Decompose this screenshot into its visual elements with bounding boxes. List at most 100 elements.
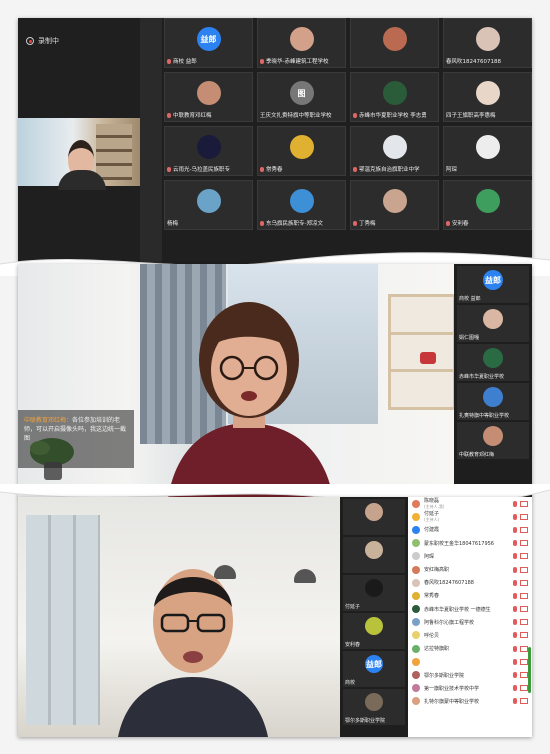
- participant-tile[interactable]: 东乌旗民族职专-郑凉文: [257, 180, 346, 230]
- speaker-video[interactable]: [18, 497, 340, 737]
- participant-list-item[interactable]: 安红梅高职: [408, 563, 532, 576]
- mic-muted-icon[interactable]: [513, 513, 517, 520]
- camera-icon[interactable]: [520, 526, 528, 533]
- participant-tile[interactable]: 扎赉特旗中等职业学校: [457, 383, 529, 420]
- mic-muted-icon[interactable]: [513, 645, 517, 652]
- participant-name-tag: 云雨光-乌拉盖民族职专: [167, 165, 230, 173]
- participant-list-item[interactable]: 付延子 (主持人): [408, 510, 532, 523]
- avatar: [412, 512, 420, 521]
- participant-list-item[interactable]: 第一旗职业技术学校中学: [408, 682, 532, 695]
- participant-tile[interactable]: 云雨光-乌拉盖民族职专: [164, 126, 253, 176]
- avatar: [483, 348, 503, 368]
- camera-icon[interactable]: [520, 513, 528, 520]
- participant-name: 王庆文扎赉特旗中等职业学校: [260, 113, 332, 119]
- mic-muted-icon[interactable]: [513, 658, 517, 665]
- mic-muted-icon[interactable]: [513, 698, 517, 705]
- participant-list-item[interactable]: 蒙东职校王金华18047617956: [408, 537, 532, 550]
- mic-muted-icon[interactable]: [513, 500, 517, 507]
- participant-tile[interactable]: 安利春: [343, 613, 405, 649]
- participant-tile[interactable]: 季晓华-赤峰建筑工程学校: [257, 18, 346, 68]
- list-scrollbar[interactable]: [528, 647, 531, 693]
- mic-muted-icon[interactable]: [513, 606, 517, 613]
- participant-tile[interactable]: 丁秀梅: [350, 180, 439, 230]
- participant-list-item[interactable]: 春风吹18247607188: [408, 576, 532, 589]
- participant-list-item[interactable]: 鄂尔多斯职业学院: [408, 668, 532, 681]
- participant-tile[interactable]: [343, 499, 405, 535]
- participant-tile[interactable]: 阿琛: [443, 126, 532, 176]
- mic-muted-icon[interactable]: [513, 579, 517, 586]
- participant-list-item[interactable]: 阿鲁科尔沁旗工程学校: [408, 616, 532, 629]
- participant-tile[interactable]: 安利春: [443, 180, 532, 230]
- participant-tile[interactable]: 春风吹18247607188: [443, 18, 532, 68]
- participant-list-item[interactable]: 扎特尔旗蒙中等职业学校: [408, 695, 532, 708]
- participant-list-item[interactable]: 陈晓磊 (主持人,我): [408, 497, 532, 510]
- participant-list-item[interactable]: [408, 655, 532, 668]
- participant-tile[interactable]: 常秀春: [257, 126, 346, 176]
- participant-name-tag: 常秀春: [260, 165, 283, 173]
- participant-tile[interactable]: 鄂尔多斯职业学院: [343, 689, 405, 725]
- camera-icon[interactable]: [520, 606, 528, 613]
- participant-list-item[interactable]: 常秀春: [408, 589, 532, 602]
- mic-muted-icon[interactable]: [513, 685, 517, 692]
- avatar: [412, 499, 420, 508]
- participant-list-item[interactable]: 呼伦贝: [408, 629, 532, 642]
- mic-muted-icon[interactable]: [513, 592, 517, 599]
- participant-tile[interactable]: 益郎 商校 益郎: [457, 266, 529, 303]
- participant-tile[interactable]: 益郎 商校 益郎: [164, 18, 253, 68]
- camera-icon[interactable]: [520, 698, 528, 705]
- participant-tile[interactable]: 图王庆文扎赉特旗中等职业学校: [257, 72, 346, 122]
- recording-indicator[interactable]: 录制中: [26, 36, 59, 46]
- speaker-view-panel: 中联教育邓红梅：各位参加培训的老师，可以开启摄像头吗，我这边统一截图 益郎 商校 …: [18, 264, 532, 498]
- participant-list-item[interactable]: 赤峰市华夏职业学校 一德德生: [408, 603, 532, 616]
- participant-tile[interactable]: 赤峰市华夏职业学校: [457, 344, 529, 381]
- participant-name: 商校: [345, 680, 356, 686]
- participant-name: 阿鲁科尔沁旗工程学校: [424, 619, 475, 626]
- mic-muted-icon[interactable]: [513, 632, 517, 639]
- participant-grid: 益郎 商校 益郎 季晓华-赤峰建筑工程学校 春风吹18247607188 中联教育邓红梅…: [164, 18, 532, 230]
- participant-name: 鄂尔多斯职业学院: [424, 672, 465, 679]
- camera-icon[interactable]: [520, 579, 528, 586]
- mic-muted-icon[interactable]: [513, 566, 517, 573]
- participant-name: 赤峰市华夏职业学校 李志勇: [359, 113, 427, 119]
- participant-tile[interactable]: 益郎 商校: [343, 651, 405, 687]
- participant-name: 扎特尔旗蒙中等职业学校: [424, 698, 480, 705]
- camera-icon[interactable]: [520, 566, 528, 573]
- active-speaker-video[interactable]: [18, 118, 140, 190]
- camera-icon[interactable]: [520, 619, 528, 626]
- camera-icon[interactable]: [520, 553, 528, 560]
- participant-tile[interactable]: 赤峰市华夏职业学校 李志勇: [350, 72, 439, 122]
- participant-name-tag: 安利春: [446, 219, 469, 227]
- participant-tile[interactable]: 中联教育邓红梅: [164, 72, 253, 122]
- camera-icon[interactable]: [520, 592, 528, 599]
- speaker-video[interactable]: 中联教育邓红梅：各位参加培训的老师，可以开启摄像头吗，我这边统一截图: [18, 264, 456, 498]
- mic-muted-icon[interactable]: [513, 526, 517, 533]
- subtitle-sender: 中联教育邓红梅：: [24, 417, 73, 424]
- camera-icon[interactable]: [520, 632, 528, 639]
- participant-tile[interactable]: 四子王旗职高李惠梅: [443, 72, 532, 122]
- participant-tile[interactable]: [350, 18, 439, 68]
- participant-name: 云雨光-乌拉盖民族职专: [173, 167, 230, 173]
- camera-icon[interactable]: [520, 658, 528, 665]
- avatar: [196, 81, 221, 105]
- participant-tile[interactable]: 付延子: [343, 575, 405, 611]
- participant-name: 常秀春: [424, 593, 440, 600]
- camera-icon[interactable]: [520, 685, 528, 692]
- camera-icon[interactable]: [520, 540, 528, 547]
- participant-list-item[interactable]: 付建霞: [408, 523, 532, 536]
- participant-tile[interactable]: 鄂温克族自治旗职业中学: [350, 126, 439, 176]
- camera-icon[interactable]: [520, 645, 528, 652]
- participant-tile[interactable]: 中联教育邓红梅: [457, 422, 529, 459]
- participant-name-block: 阿琛: [424, 553, 511, 560]
- mic-muted-icon[interactable]: [513, 553, 517, 560]
- participant-list-item[interactable]: 达拉特旗职: [408, 642, 532, 655]
- mic-muted-icon[interactable]: [513, 672, 517, 679]
- mic-muted-icon[interactable]: [513, 540, 517, 547]
- camera-icon[interactable]: [520, 500, 528, 507]
- participant-tile[interactable]: [343, 537, 405, 573]
- participant-tile[interactable]: 杨梅: [164, 180, 253, 230]
- participant-list-item[interactable]: 阿琛: [408, 550, 532, 563]
- mic-muted-icon[interactable]: [513, 619, 517, 626]
- avatar: [412, 644, 420, 653]
- participant-tile[interactable]: 娟仁图嘎: [457, 305, 529, 342]
- camera-icon[interactable]: [520, 672, 528, 679]
